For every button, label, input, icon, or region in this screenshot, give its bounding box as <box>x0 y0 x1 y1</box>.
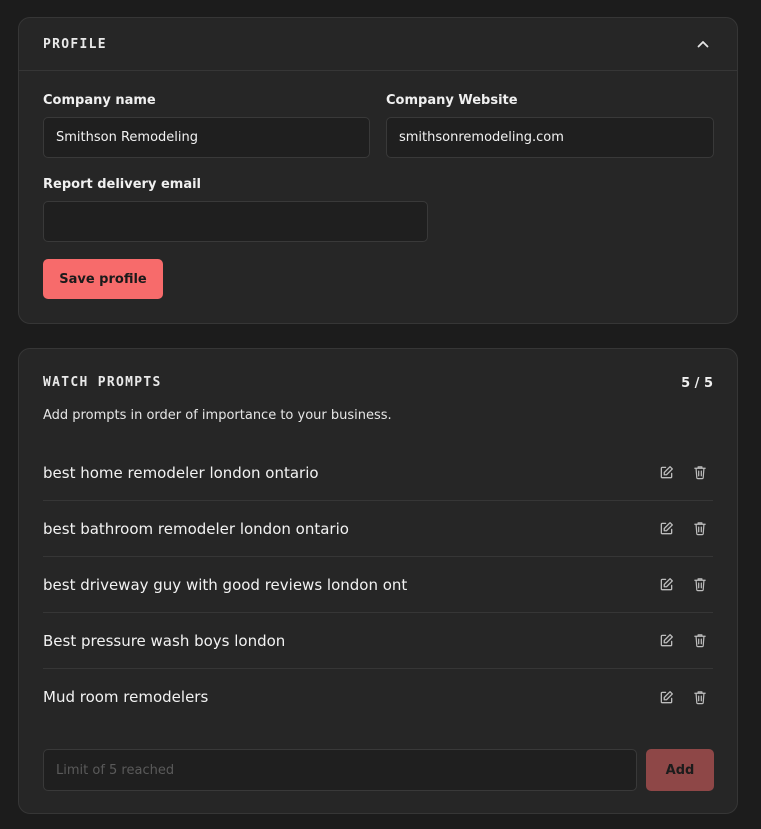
edit-icon[interactable] <box>657 632 675 650</box>
prompt-row: best bathroom remodeler london ontario <box>43 501 713 557</box>
prompt-text: best driveway guy with good reviews lond… <box>43 575 408 594</box>
prompt-row: best home remodeler london ontario <box>43 445 713 501</box>
trash-icon[interactable] <box>691 632 709 650</box>
edit-icon[interactable] <box>657 464 675 482</box>
edit-icon[interactable] <box>657 688 675 706</box>
watch-prompts-title: WATCH PROMPTS <box>43 375 162 390</box>
profile-header[interactable]: PROFILE <box>19 18 737 71</box>
prompt-row: best driveway guy with good reviews lond… <box>43 557 713 613</box>
prompt-text: best bathroom remodeler london ontario <box>43 519 349 538</box>
company-name-input[interactable] <box>43 117 370 158</box>
company-name-label: Company name <box>43 93 156 108</box>
chevron-up-icon[interactable] <box>693 34 713 54</box>
watch-prompts-subtitle: Add prompts in order of importance to yo… <box>43 408 392 423</box>
trash-icon[interactable] <box>691 464 709 482</box>
prompt-text: best home remodeler london ontario <box>43 463 319 482</box>
profile-card: PROFILE Company name Company Website Rep… <box>18 17 738 324</box>
prompt-text: Mud room remodelers <box>43 688 209 706</box>
profile-title: PROFILE <box>43 36 107 52</box>
report-email-input[interactable] <box>43 201 428 242</box>
prompt-list: best home remodeler london ontario best … <box>43 445 713 725</box>
new-prompt-input[interactable] <box>43 749 637 791</box>
trash-icon[interactable] <box>691 520 709 538</box>
prompt-text: Best pressure wash boys london <box>43 631 286 650</box>
company-website-label: Company Website <box>386 93 518 108</box>
prompt-row: Best pressure wash boys london <box>43 613 713 669</box>
report-email-label: Report delivery email <box>43 177 201 192</box>
watch-prompts-card: WATCH PROMPTS 5 / 5 Add prompts in order… <box>18 348 738 814</box>
trash-icon[interactable] <box>691 688 709 706</box>
prompt-row: Mud room remodelers <box>43 669 713 725</box>
edit-icon[interactable] <box>657 520 675 538</box>
company-website-input[interactable] <box>386 117 714 158</box>
save-profile-button[interactable]: Save profile <box>43 259 163 299</box>
edit-icon[interactable] <box>657 576 675 594</box>
prompt-count-badge: 5 / 5 <box>681 376 713 391</box>
add-prompt-button[interactable]: Add <box>646 749 714 791</box>
trash-icon[interactable] <box>691 576 709 594</box>
